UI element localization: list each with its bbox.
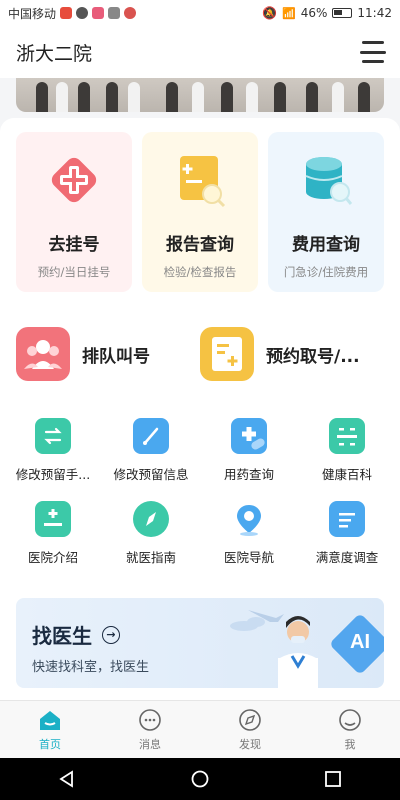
find-doctor-title-text: 找医生 <box>32 624 92 648</box>
navigation-label: 医院导航 <box>223 550 274 565</box>
compass-icon <box>133 501 169 537</box>
hospital-intro-label: 医院介绍 <box>27 550 78 565</box>
profile-icon <box>337 707 363 733</box>
location-pin-icon <box>231 501 267 537</box>
encyclopedia-item[interactable]: 健康百科 <box>298 418 396 483</box>
system-nav-bar <box>0 758 400 800</box>
battery-icon <box>332 8 353 18</box>
encyclopedia-label: 健康百科 <box>321 467 372 482</box>
medicine-item[interactable]: 用药查询 <box>200 418 298 483</box>
edit-phone-item[interactable]: 修改预留手... <box>4 418 102 483</box>
tab-profile[interactable]: 我 <box>300 701 400 758</box>
edit-phone-label: 修改预留手... <box>15 467 91 482</box>
appointment-ticket-label: 预约取号/... <box>266 346 360 367</box>
home-nav-icon[interactable] <box>180 764 220 794</box>
tab-profile-label: 我 <box>344 738 356 751</box>
battery-percent: 46% <box>300 6 328 20</box>
encyclopedia-icon <box>329 418 365 454</box>
hospital-intro-item[interactable]: 医院介绍 <box>4 501 102 566</box>
tab-discover[interactable]: 发现 <box>200 701 300 758</box>
signal-off-icon <box>108 7 121 19</box>
medicine-icon <box>231 418 267 454</box>
alert-icon <box>124 7 137 19</box>
ai-badge: AI <box>350 631 370 653</box>
survey-icon <box>329 501 365 537</box>
menu-icon[interactable] <box>360 41 386 63</box>
report-search-icon <box>172 152 228 208</box>
register-tile[interactable]: 去挂号 预约/当日挂号 <box>16 132 132 292</box>
phone-swap-icon <box>35 418 71 454</box>
arrow-right-icon: → <box>102 625 120 644</box>
wifi-icon: 📶 <box>282 6 296 20</box>
survey-item[interactable]: 满意度调查 <box>298 501 396 566</box>
tab-home[interactable]: 首页 <box>0 701 100 758</box>
find-doctor-subtitle: 快速找科室，找医生 <box>32 660 150 675</box>
guide-item[interactable]: 就医指南 <box>102 501 200 566</box>
report-label: 报告查询 <box>166 235 234 255</box>
edit-info-icon <box>133 418 169 454</box>
guide-label: 就医指南 <box>125 550 176 565</box>
medicine-label: 用药查询 <box>223 467 274 482</box>
plus-cross-icon <box>46 152 102 208</box>
carrier-text: 中国移动 <box>8 6 57 21</box>
home-icon <box>37 707 63 733</box>
bottom-tab-bar: 首页 消息 发现 我 <box>0 700 400 758</box>
app-notification-icon <box>92 7 105 19</box>
edit-info-label: 修改预留信息 <box>113 467 189 482</box>
hospital-banner[interactable] <box>16 78 384 112</box>
page-title: 浙大二院 <box>16 42 93 65</box>
report-sub: 检验/检查报告 <box>163 265 237 279</box>
secondary-services: 排队叫号 预约取号/... <box>16 326 384 382</box>
fee-label: 费用查询 <box>292 235 360 255</box>
queue-people-icon <box>16 327 70 381</box>
tab-messages[interactable]: 消息 <box>100 701 200 758</box>
notification-icon <box>60 7 73 19</box>
appointment-ticket-icon <box>200 327 254 381</box>
tab-home-label: 首页 <box>39 738 61 751</box>
find-doctor-title: 找医生 → <box>32 620 120 649</box>
tab-discover-label: 发现 <box>239 738 261 751</box>
fee-sub: 门急诊/住院费用 <box>283 265 369 279</box>
tab-messages-label: 消息 <box>139 738 161 751</box>
fee-tile[interactable]: 费用查询 门急诊/住院费用 <box>268 132 384 292</box>
find-doctor-card[interactable]: 找医生 → 快速找科室，找医生 AI <box>16 598 384 688</box>
status-bar: 中国移动 🔕 📶 46% 11:42 <box>0 0 400 26</box>
queue-call-item[interactable]: 排队叫号 <box>16 326 200 382</box>
edit-info-item[interactable]: 修改预留信息 <box>102 418 200 483</box>
register-label: 去挂号 <box>48 235 100 255</box>
queue-call-label: 排队叫号 <box>82 346 150 367</box>
function-grid: 修改预留手... 修改预留信息 用药查询 健康百科 医院介绍 就医指南 医院导航… <box>4 418 396 566</box>
appointment-ticket-item[interactable]: 预约取号/... <box>200 326 384 382</box>
discover-icon <box>237 707 263 733</box>
register-sub: 预约/当日挂号 <box>37 265 111 279</box>
mute-icon: 🔕 <box>262 6 278 20</box>
app-header: 浙大二院 <box>0 26 400 78</box>
clock: 11:42 <box>357 6 392 20</box>
message-icon <box>137 707 163 733</box>
report-tile[interactable]: 报告查询 检验/检查报告 <box>142 132 258 292</box>
recent-apps-icon[interactable] <box>313 764 353 794</box>
navigation-item[interactable]: 医院导航 <box>200 501 298 566</box>
hospital-building-icon <box>35 501 71 537</box>
chat-notification-icon <box>76 7 89 19</box>
back-icon[interactable] <box>47 764 87 794</box>
database-search-icon <box>298 152 354 208</box>
primary-services: 去挂号 预约/当日挂号 报告查询 检验/检查报告 费用查询 门急诊/住院费用 <box>16 132 384 292</box>
survey-label: 满意度调查 <box>315 550 379 565</box>
main-content: 去挂号 预约/当日挂号 报告查询 检验/检查报告 费用查询 门急诊/住院费用 排… <box>0 118 400 700</box>
